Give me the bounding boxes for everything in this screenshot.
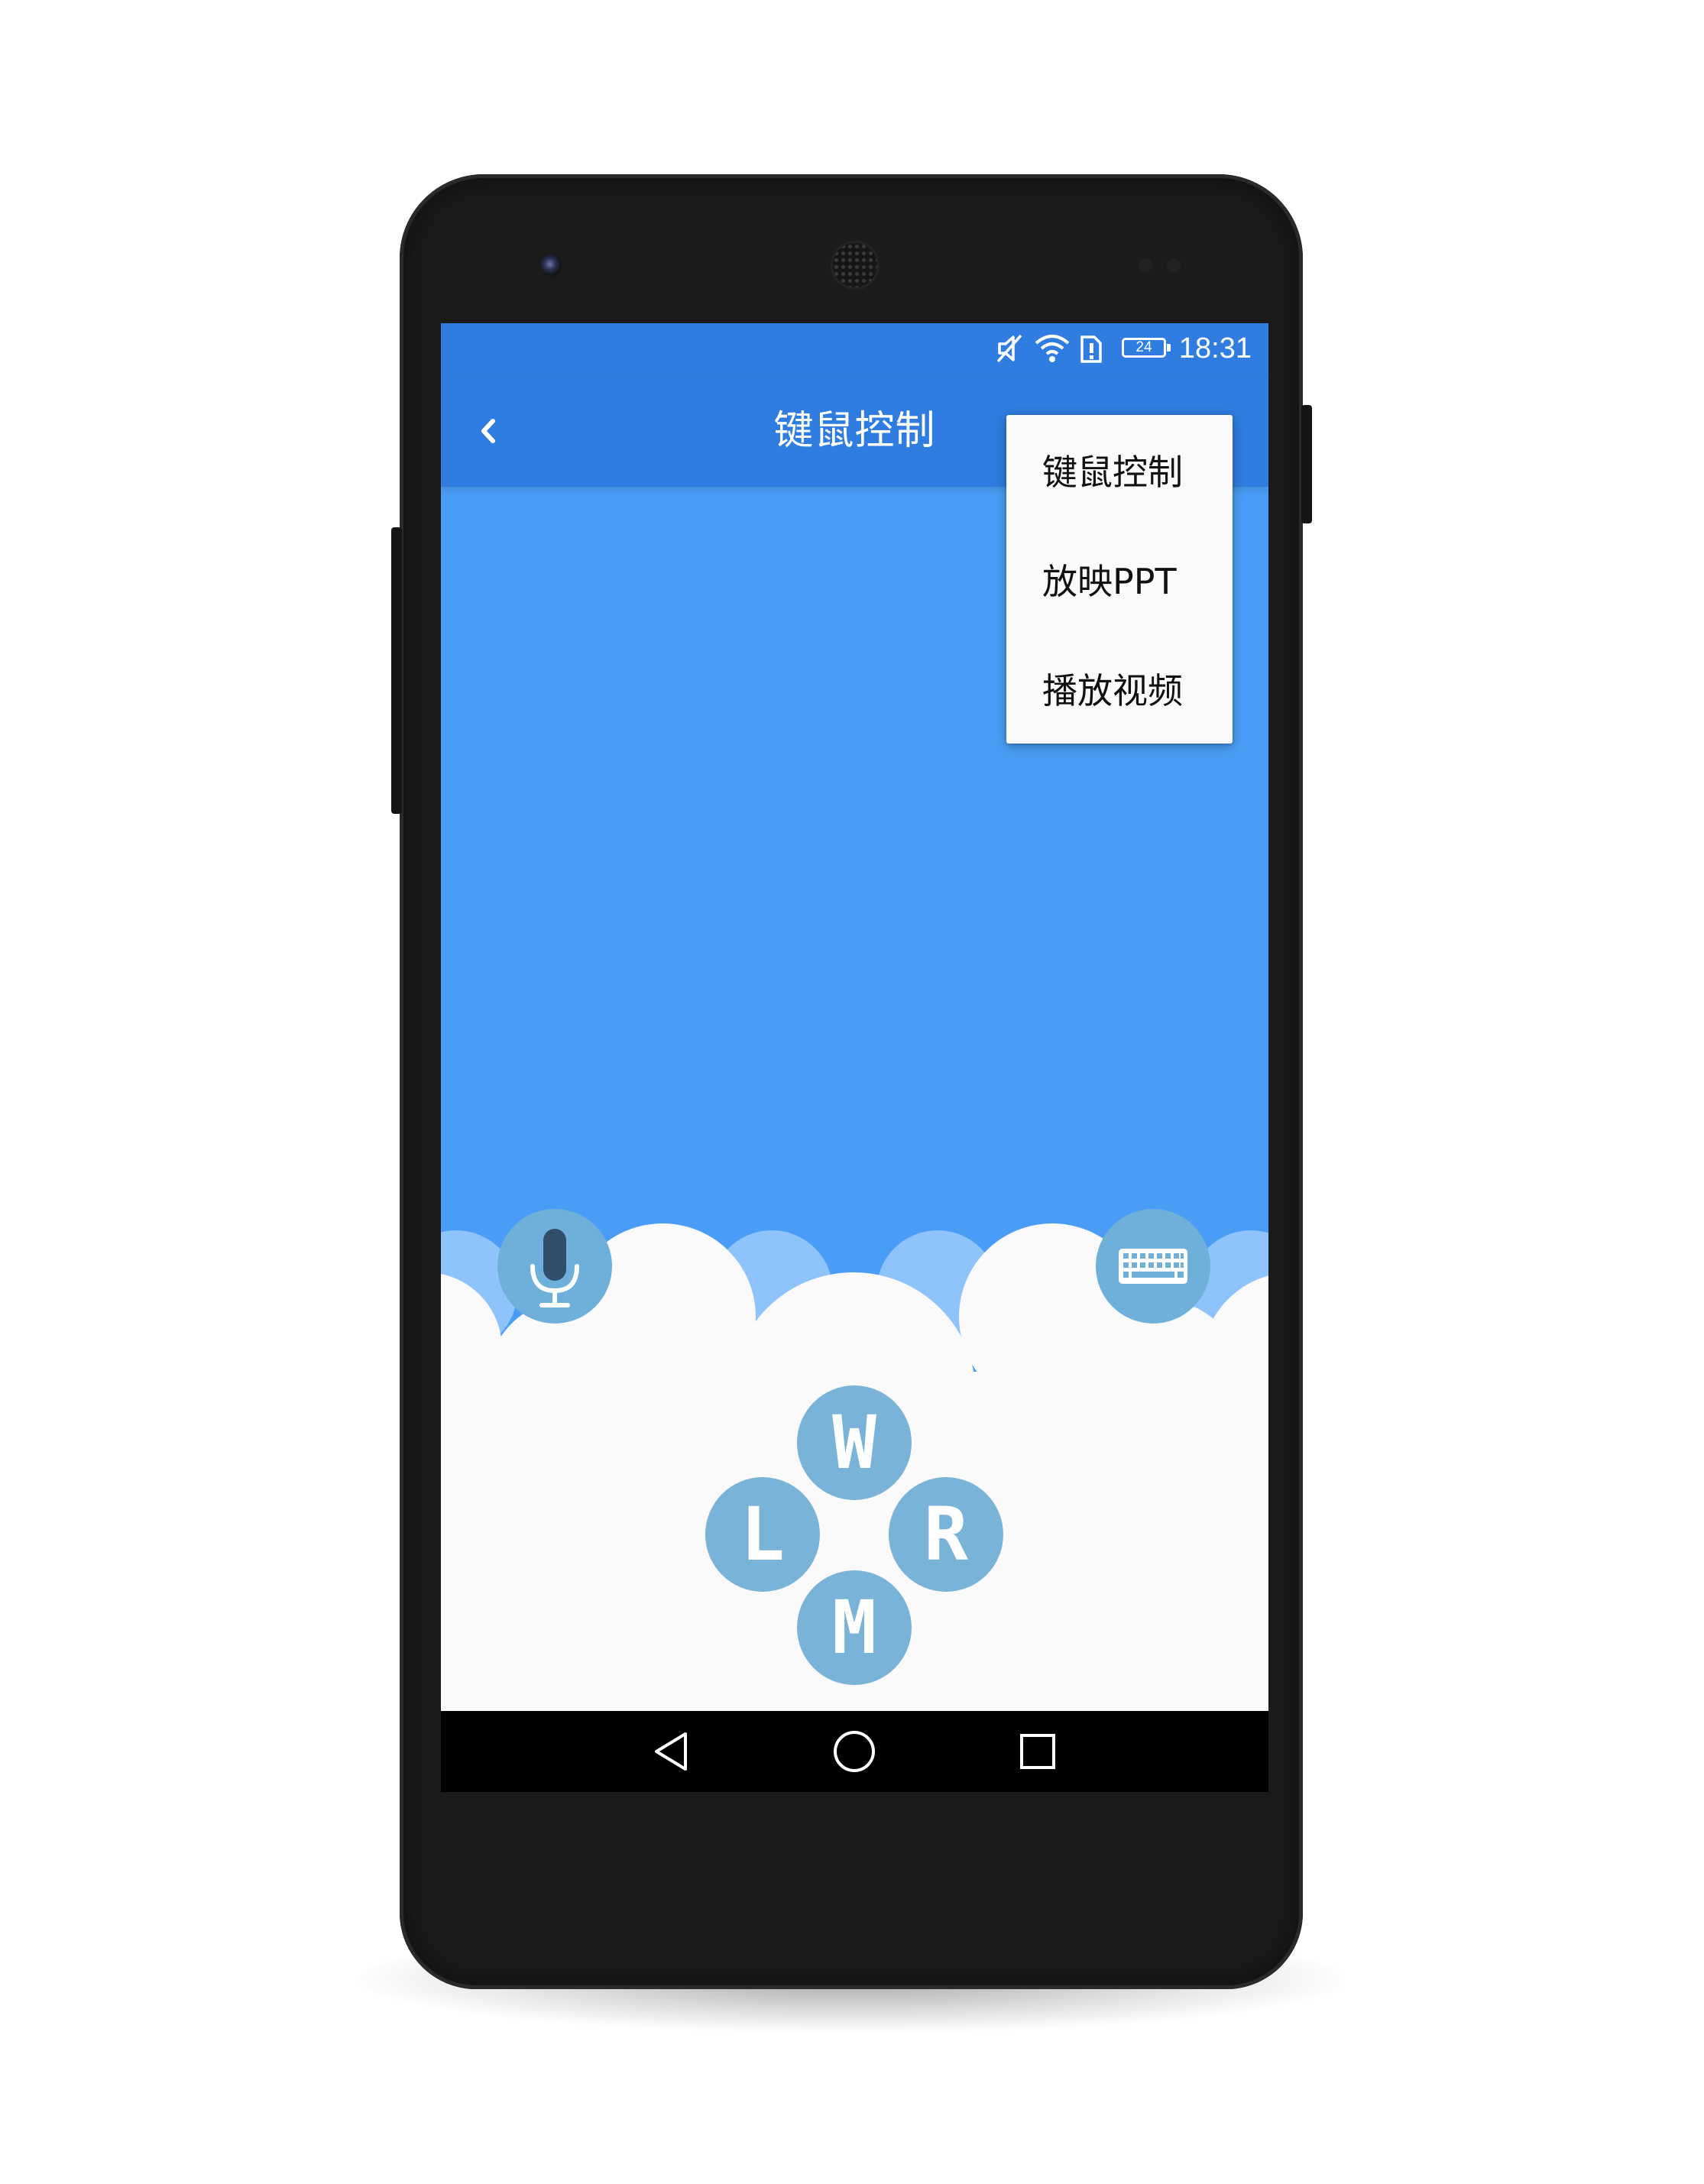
- status-bar: 24 18:31: [441, 323, 1268, 375]
- back-triangle-icon: [655, 1732, 687, 1771]
- voice-input-button[interactable]: [497, 1209, 612, 1324]
- app-screen: 24 18:31 键鼠控制 W L R M 键鼠控制 放映PPT 播放视频: [441, 323, 1268, 1792]
- earpiece-speaker: [833, 243, 877, 287]
- nav-home-button[interactable]: [829, 1726, 880, 1777]
- volume-button: [391, 527, 402, 814]
- mute-icon: [992, 331, 1027, 366]
- sim-alert-icon: [1077, 331, 1106, 366]
- system-nav-bar: [441, 1711, 1268, 1792]
- middle-click-button[interactable]: M: [797, 1570, 912, 1685]
- right-click-button[interactable]: R: [889, 1477, 1003, 1592]
- microphone-icon: [530, 1229, 579, 1307]
- proximity-sensor: [1139, 258, 1152, 272]
- front-camera: [540, 254, 562, 276]
- wifi-icon: [1033, 331, 1071, 366]
- light-sensor: [1167, 258, 1181, 272]
- nav-back-button[interactable]: [647, 1726, 698, 1777]
- recents-square-icon: [1020, 1734, 1055, 1769]
- control-panel: W L R M: [441, 1209, 1268, 1792]
- battery-icon: 24: [1122, 338, 1171, 358]
- status-time: 18:31: [1178, 332, 1252, 365]
- menu-item-video[interactable]: 播放视频: [1006, 637, 1233, 744]
- home-circle-icon: [834, 1731, 875, 1772]
- power-button: [1301, 405, 1312, 523]
- menu-item-keyboard-mouse[interactable]: 键鼠控制: [1006, 419, 1233, 526]
- keyboard-icon: [1119, 1249, 1187, 1284]
- w-button[interactable]: W: [797, 1385, 912, 1500]
- left-click-button[interactable]: L: [705, 1477, 820, 1592]
- nav-recents-button[interactable]: [1012, 1726, 1063, 1777]
- keyboard-button[interactable]: [1096, 1209, 1210, 1324]
- overflow-menu: 键鼠控制 放映PPT 播放视频: [1006, 415, 1233, 744]
- menu-item-ppt[interactable]: 放映PPT: [1006, 528, 1233, 635]
